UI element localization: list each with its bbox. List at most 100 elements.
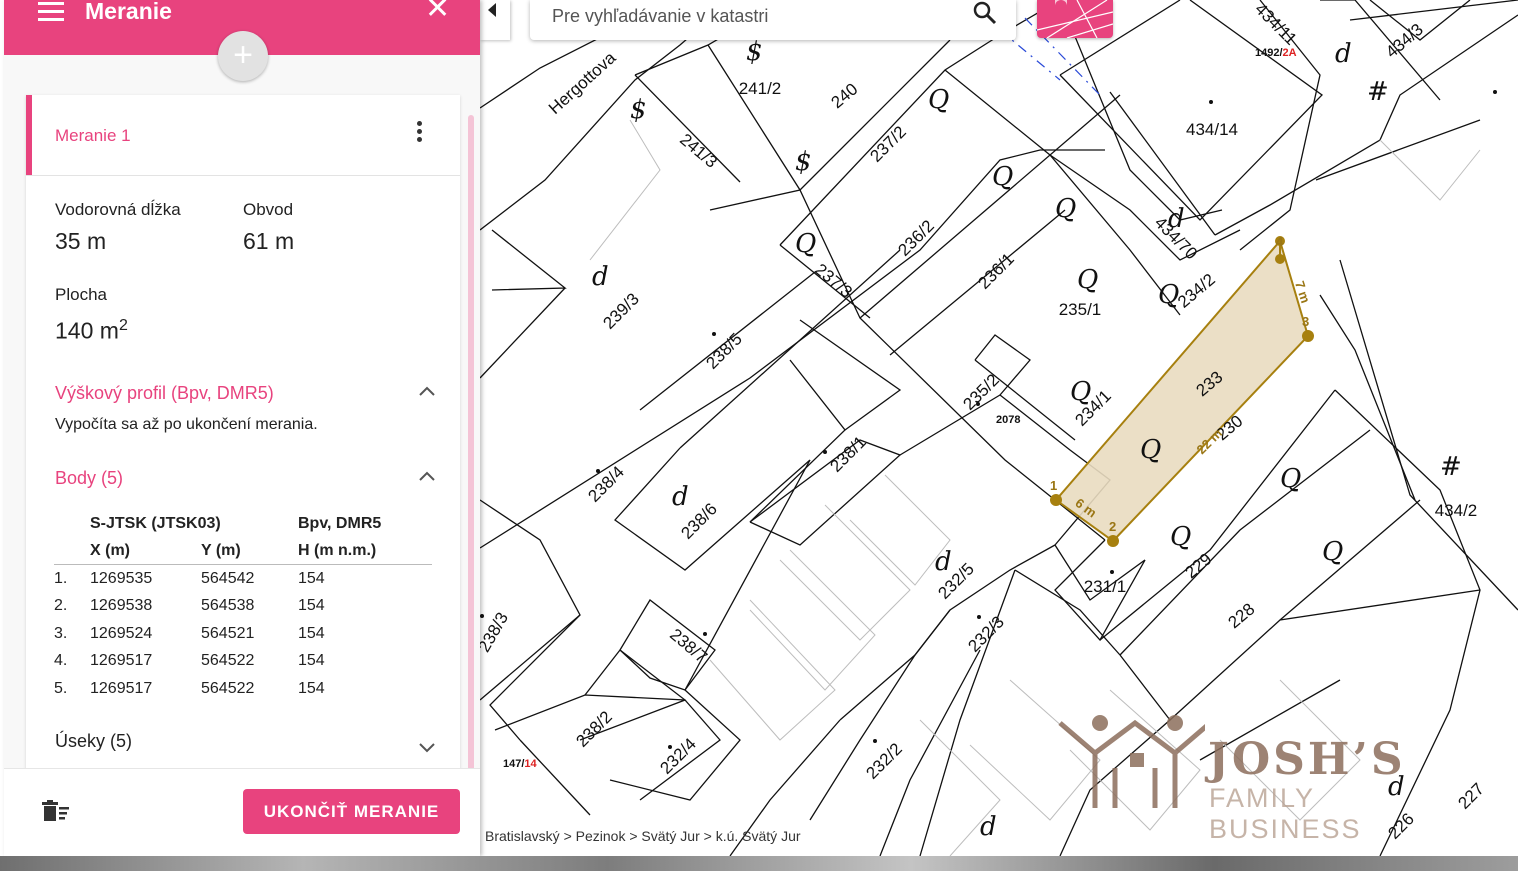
parcel-label[interactable]: 229 — [1181, 549, 1215, 582]
point-y: 564542 — [201, 569, 255, 587]
parcel-label[interactable]: 235/1 — [1059, 300, 1102, 319]
search-input[interactable] — [550, 0, 954, 32]
point-number: 2. — [54, 597, 68, 615]
parcel-label[interactable]: 232/2 — [862, 739, 906, 783]
svg-text:#: # — [1367, 77, 1389, 107]
parcel-label[interactable]: 434/2 — [1435, 501, 1478, 520]
svg-text:Q: Q — [1158, 280, 1179, 310]
parcel-label[interactable]: 238/3 — [480, 609, 512, 655]
svg-text:$: $ — [630, 95, 647, 125]
svg-text:147/14: 147/14 — [503, 758, 538, 770]
parcel-label[interactable]: 228 — [1224, 599, 1258, 632]
vertex-label-4: 4 — [1276, 234, 1284, 249]
ref-number-1492: 1492 — [1255, 47, 1279, 59]
svg-text:d: d — [1335, 39, 1352, 69]
parcel-label[interactable]: 237/2 — [866, 122, 910, 166]
svg-text:Q: Q — [1170, 522, 1191, 552]
menu-icon[interactable] — [38, 2, 64, 21]
panel-body: Meranie 1 Vodorovná dĺžka 35 m Obvod 61 … — [4, 55, 480, 778]
chevron-up-icon[interactable] — [418, 470, 436, 482]
chevron-down-icon[interactable] — [418, 741, 436, 753]
svg-text:Q: Q — [1322, 537, 1343, 567]
point-x: 1269517 — [90, 679, 153, 697]
area-exponent: 2 — [118, 317, 128, 334]
card-accent — [26, 95, 32, 175]
parcel-label[interactable]: 241/3 — [676, 130, 721, 172]
measurement-name[interactable]: Meranie 1 — [55, 126, 131, 146]
parcel-label[interactable]: 238/5 — [702, 329, 746, 373]
map-layer-icon — [1037, 0, 1113, 38]
point-x: 1269524 — [90, 624, 153, 642]
search-icon[interactable] — [972, 0, 998, 26]
svg-text:Q: Q — [1070, 377, 1091, 407]
point-y: 564521 — [201, 624, 255, 642]
horizontal-length-label: Vodorovná dĺžka — [55, 200, 181, 219]
svg-text:Q: Q — [928, 85, 949, 115]
svg-text:#: # — [1440, 452, 1462, 482]
search-box[interactable] — [530, 0, 1016, 40]
table-row: 3. 1269524 564521 154 — [54, 620, 432, 648]
parcel-label[interactable]: 434/3 — [1382, 20, 1427, 62]
point-y: 564522 — [201, 679, 255, 697]
area-label: Plocha — [55, 285, 107, 304]
measurement-panel: Meranie ✕ Meranie 1 Vodorovná dĺžka 35 m… — [4, 0, 480, 856]
point-h: 154 — [298, 597, 325, 615]
svg-text:d: d — [592, 262, 609, 292]
table-row: 4. 1269517 564522 154 — [54, 648, 432, 676]
ref-number-147: 147 — [503, 758, 521, 770]
point-x: 1269535 — [90, 569, 153, 587]
parcel-label[interactable]: 238/1 — [826, 432, 870, 476]
parcel-label[interactable]: 238/7 — [666, 625, 711, 667]
col-h-header: H (m n.m.) — [298, 537, 432, 565]
chevron-up-icon[interactable] — [418, 385, 436, 397]
parcel-label[interactable]: 234/2 — [1174, 270, 1219, 312]
point-number: 4. — [54, 652, 68, 670]
parcel-label[interactable]: 240 — [827, 79, 861, 112]
more-options-icon[interactable] — [412, 121, 426, 147]
point-x: 1269517 — [90, 652, 153, 670]
street-label: Hergottova — [545, 48, 620, 118]
svg-text:Q: Q — [1077, 265, 1098, 295]
close-icon[interactable]: ✕ — [425, 0, 450, 24]
svg-text:Q: Q — [992, 162, 1013, 192]
point-h: 154 — [298, 624, 325, 642]
area-number: 140 m — [55, 317, 119, 344]
elevation-profile-toggle[interactable]: Výškový profil (Bpv, DMR5) — [55, 383, 274, 404]
finish-measurement-button[interactable]: UKONČIŤ MERANIE — [243, 789, 460, 834]
horizontal-length-value: 35 m — [55, 228, 107, 254]
parcel-label[interactable]: 239/3 — [599, 289, 643, 333]
scrollbar[interactable] — [468, 115, 474, 778]
desktop-strip — [0, 856, 1518, 871]
delete-all-icon[interactable] — [42, 800, 72, 824]
cadastre-layer-button[interactable] — [1037, 0, 1113, 38]
parcel-label[interactable]: 241/2 — [739, 79, 782, 98]
parcel-label[interactable]: 236/1 — [974, 249, 1018, 293]
ref-number-2078: 2078 — [996, 414, 1020, 426]
svg-text:Q: Q — [1055, 194, 1076, 224]
points-table: S-JTSK (JTSK03) Bpv, DMR5 X (m) Y (m) H … — [54, 510, 432, 703]
parcel-label[interactable]: 434/11 — [1251, 0, 1300, 49]
table-row: 5. 1269517 564522 154 — [54, 675, 432, 703]
svg-text:Q: Q — [1280, 464, 1301, 494]
panel-title: Meranie — [85, 0, 172, 24]
points-section-toggle[interactable]: Body (5) — [55, 468, 123, 489]
add-measurement-button[interactable]: + — [218, 31, 268, 81]
svg-text:Q: Q — [795, 229, 816, 259]
collapse-panel-button[interactable] — [480, 0, 510, 40]
col-y-header: Y (m) — [201, 537, 298, 565]
perimeter-value: 61 m — [243, 228, 295, 254]
ref-sub-2A: 2A — [1283, 47, 1297, 59]
parcel-label[interactable]: 231/1 — [1084, 577, 1127, 596]
elevation-note: Vypočíta sa až po ukončení merania. — [55, 416, 318, 433]
point-h: 154 — [298, 679, 325, 697]
house-family-icon — [1058, 715, 1212, 808]
point-y: 564538 — [201, 597, 255, 615]
parcel-label[interactable]: 434/14 — [1186, 120, 1238, 139]
crs-header: S-JTSK (JTSK03) — [90, 514, 221, 532]
segments-section-toggle[interactable]: Úseky (5) — [55, 731, 132, 752]
table-header-row: X (m) Y (m) H (m n.m.) — [54, 537, 432, 565]
svg-text:Q: Q — [1140, 435, 1161, 465]
watermark-title: JOSH’S — [1208, 734, 1406, 785]
svg-text:d: d — [980, 812, 997, 842]
area-value: 140 m2 — [55, 317, 128, 345]
